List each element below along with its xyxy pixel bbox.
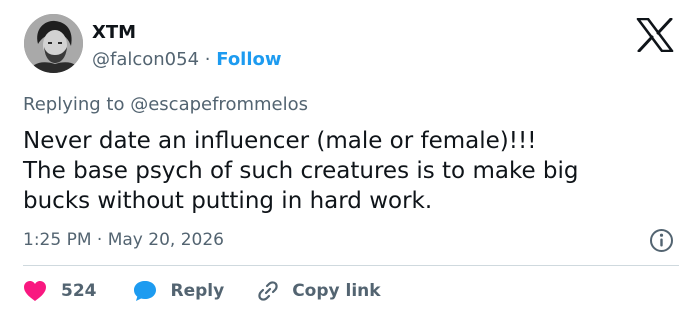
reply-context-prefix: Replying to xyxy=(23,94,125,115)
like-count: 524 xyxy=(61,281,97,301)
copy-link-label: Copy link xyxy=(292,281,381,301)
tweet-date: May 20, 2026 xyxy=(107,230,224,250)
tweet-line: The base psych of such creatures is to m… xyxy=(23,158,579,184)
tweet-time: 1:25 PM xyxy=(23,230,92,250)
heart-icon xyxy=(24,281,46,301)
info-icon[interactable] xyxy=(649,228,674,253)
copy-link-button[interactable]: Copy link xyxy=(256,279,381,303)
reply-button[interactable]: Reply xyxy=(133,280,225,302)
reply-context-mention[interactable]: @escapefrommelos xyxy=(130,94,308,115)
author-handle[interactable]: @falcon054 xyxy=(92,49,199,70)
tweet-text: Never date an influencer (male or female… xyxy=(23,126,683,216)
timestamp[interactable]: 1:25 PM · May 20, 2026 xyxy=(23,229,224,251)
separator-dot: · xyxy=(96,230,103,250)
tweet-line: bucks without putting in hard work. xyxy=(23,188,433,214)
author-handle-row: @falcon054 · Follow xyxy=(92,49,282,71)
reply-context: Replying to @escapefrommelos xyxy=(23,94,308,116)
action-bar: 524 Reply Copy link xyxy=(23,278,381,304)
divider xyxy=(23,265,679,266)
reply-label: Reply xyxy=(170,281,225,301)
speech-bubble-icon xyxy=(133,281,156,301)
follow-button[interactable]: Follow xyxy=(216,49,281,70)
avatar[interactable] xyxy=(24,14,83,73)
link-icon xyxy=(258,281,278,301)
x-logo-icon[interactable] xyxy=(636,17,674,53)
separator-dot: · xyxy=(204,49,211,70)
tweet-line: Never date an influencer (male or female… xyxy=(23,128,537,154)
author-name[interactable]: XTM xyxy=(92,22,136,44)
like-button[interactable]: 524 xyxy=(23,280,97,302)
